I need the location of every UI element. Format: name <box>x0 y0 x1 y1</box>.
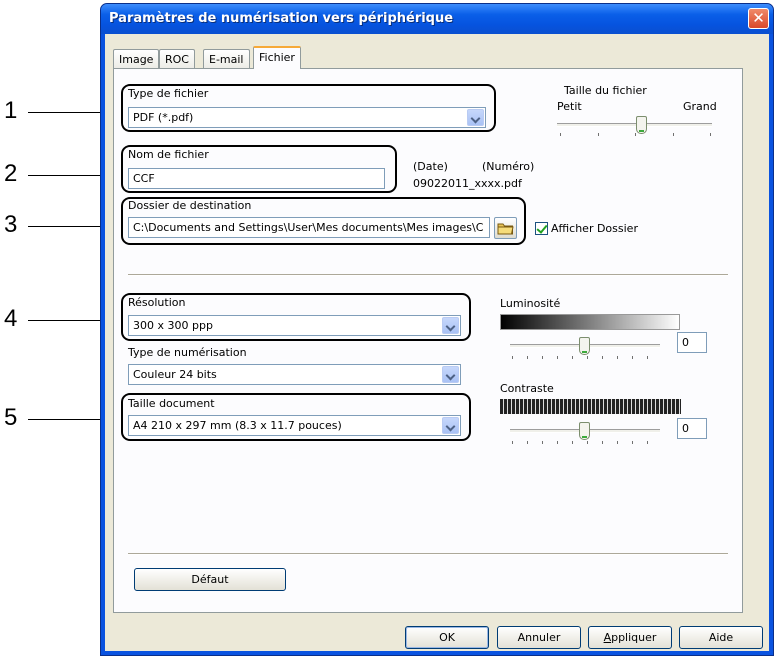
scan-settings-window: Paramètres de numérisation vers périphér… <box>100 3 774 656</box>
default-button[interactable]: Défaut <box>134 568 286 591</box>
contrast-pattern-bar <box>500 399 681 414</box>
chevron-down-icon[interactable] <box>467 109 484 126</box>
file-name-input[interactable]: CCF <box>128 168 385 189</box>
tick <box>542 441 543 444</box>
close-icon: ✕ <box>752 9 765 27</box>
ok-button[interactable]: OK <box>405 626 489 649</box>
tick <box>512 441 513 444</box>
tick <box>557 441 558 444</box>
file-size-max-label: Grand <box>683 100 717 113</box>
show-folder-label: Afficher Dossier <box>551 222 638 235</box>
tick <box>587 356 588 359</box>
cancel-button[interactable]: Annuler <box>497 626 581 649</box>
contrast-value-input[interactable]: 0 <box>677 418 707 439</box>
doc-size-select[interactable]: A4 210 x 297 mm (8.3 x 11.7 pouces) <box>128 415 461 436</box>
tick <box>602 356 603 359</box>
resolution-label: Résolution <box>128 296 186 309</box>
tick <box>632 356 633 359</box>
destination-input[interactable]: C:\Documents and Settings\User\Mes docum… <box>128 217 490 238</box>
tab-email[interactable]: E-mail <box>203 49 250 69</box>
contrast-label: Contraste <box>500 382 554 395</box>
chevron-down-icon[interactable] <box>442 366 459 383</box>
doc-size-label: Taille document <box>128 397 215 410</box>
tab-roc[interactable]: ROC <box>159 49 195 69</box>
file-type-value: PDF (*.pdf) <box>133 111 194 124</box>
tick <box>512 356 513 359</box>
callout-5: 5 <box>4 404 18 431</box>
tick <box>710 133 711 136</box>
resolution-select[interactable]: 300 x 300 ppp <box>128 315 461 336</box>
tab-fichier[interactable]: Fichier <box>253 46 301 69</box>
scan-type-select[interactable]: Couleur 24 bits <box>128 364 461 385</box>
separator <box>128 553 728 555</box>
date-label: (Date) <box>413 160 448 173</box>
tick <box>602 441 603 444</box>
tick <box>527 356 528 359</box>
tick <box>647 356 648 359</box>
scan-type-label: Type de numérisation <box>128 346 247 359</box>
close-button[interactable]: ✕ <box>748 8 769 29</box>
tick <box>598 133 599 136</box>
tick <box>617 356 618 359</box>
file-size-slider-track <box>557 123 712 127</box>
brightness-value-input[interactable]: 0 <box>677 332 707 353</box>
apply-button[interactable]: Appliquer <box>588 626 672 649</box>
browse-folder-button[interactable] <box>494 217 517 239</box>
callout-1: 1 <box>4 97 18 124</box>
file-size-slider-thumb[interactable] <box>636 116 648 134</box>
tick <box>542 356 543 359</box>
file-name-example: 09022011_xxxx.pdf <box>413 177 522 190</box>
file-name-label: Nom de fichier <box>128 148 209 161</box>
callout-3: 3 <box>4 211 18 238</box>
tick <box>587 441 588 444</box>
file-size-min-label: Petit <box>557 100 582 113</box>
destination-label: Dossier de destination <box>128 199 252 212</box>
file-type-label: Type de fichier <box>128 87 209 100</box>
resolution-value: 300 x 300 ppp <box>133 319 213 332</box>
brightness-label: Luminosité <box>500 297 561 310</box>
contrast-slider-thumb[interactable] <box>579 422 590 440</box>
scan-type-value: Couleur 24 bits <box>133 368 217 381</box>
tick <box>617 441 618 444</box>
file-type-select[interactable]: PDF (*.pdf) <box>128 107 486 128</box>
brightness-gradient-bar <box>500 314 680 330</box>
help-button[interactable]: Aide <box>679 626 763 649</box>
show-folder-checkbox[interactable] <box>535 222 548 235</box>
tick <box>572 356 573 359</box>
callout-4: 4 <box>4 305 18 332</box>
tick <box>632 441 633 444</box>
folder-icon <box>497 223 514 235</box>
tick <box>527 441 528 444</box>
fichier-tab-panel: Type de fichier PDF (*.pdf) Taille du fi… <box>113 68 743 613</box>
file-size-label: Taille du fichier <box>564 84 647 97</box>
tick <box>647 441 648 444</box>
tick <box>557 356 558 359</box>
chevron-down-icon[interactable] <box>442 417 459 434</box>
doc-size-value: A4 210 x 297 mm (8.3 x 11.7 pouces) <box>133 419 342 432</box>
tick <box>572 441 573 444</box>
title-bar[interactable]: Paramètres de numérisation vers périphér… <box>101 4 773 34</box>
separator <box>128 274 728 276</box>
tab-image[interactable]: Image <box>113 49 160 69</box>
chevron-down-icon[interactable] <box>442 317 459 334</box>
number-label: (Numéro) <box>482 160 535 173</box>
tick <box>560 133 561 136</box>
callout-2: 2 <box>4 160 18 187</box>
tick <box>673 133 674 136</box>
tick <box>635 133 636 136</box>
dialog-client: Image ROC E-mail Fichier Type de fichier… <box>105 34 769 651</box>
window-title: Paramètres de numérisation vers périphér… <box>109 11 454 26</box>
brightness-slider-thumb[interactable] <box>579 337 590 355</box>
